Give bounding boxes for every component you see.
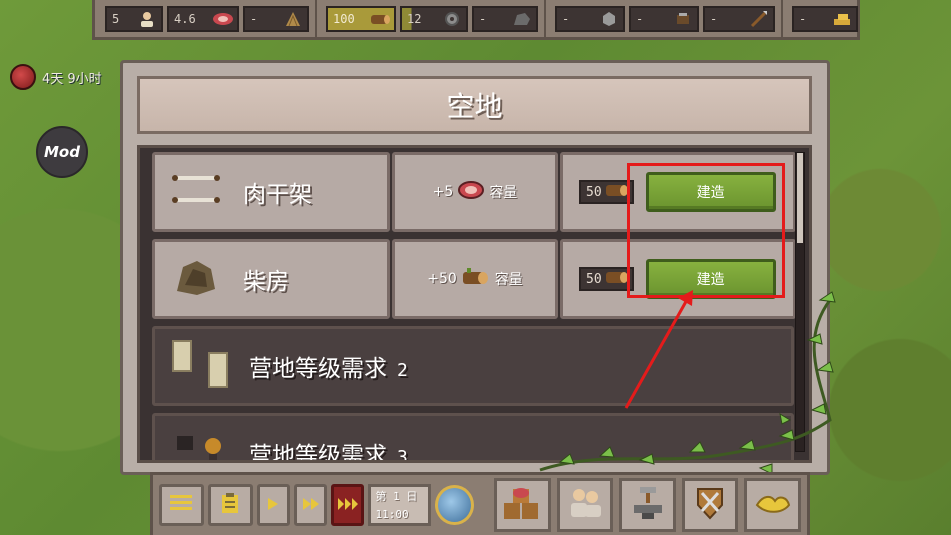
resource-group-gold: - xyxy=(786,0,864,37)
iron-icon xyxy=(598,9,620,29)
stone-icon xyxy=(511,9,533,29)
locked-row-level-2: 营地等级需求 2 xyxy=(152,326,794,406)
fast-forward-icon xyxy=(302,496,320,515)
resource-group-pop-food: 5 4.6 - xyxy=(99,0,317,37)
scroll-banner-icon xyxy=(169,337,231,395)
resource-bar: 5 4.6 - 100 12 - - - - - xyxy=(92,0,860,40)
anvil-hammer-icon xyxy=(628,485,668,525)
resource-hay[interactable]: - xyxy=(243,5,309,32)
gold-icon xyxy=(831,9,853,29)
military-button[interactable] xyxy=(681,478,739,532)
day-night-icon xyxy=(10,64,36,90)
resource-iron[interactable]: - xyxy=(555,5,625,32)
effect-amount: +5 xyxy=(432,184,454,200)
meat-icon xyxy=(457,180,485,204)
building-effect-cell: +50 容量 xyxy=(392,239,558,319)
game-clock: 第 1 日 11:00 xyxy=(368,484,432,526)
resource-stone[interactable]: - xyxy=(472,5,538,32)
building-name: 柴房 xyxy=(243,269,289,295)
day-time-label: 4天 9小时 xyxy=(42,71,102,87)
time-label: 11:00 xyxy=(375,508,409,521)
panel-title: 空地 xyxy=(137,76,812,134)
storage-button[interactable] xyxy=(494,478,551,532)
gear-ore-icon xyxy=(441,9,463,29)
list-scrollbar[interactable] xyxy=(795,152,805,452)
resource-tools[interactable]: - xyxy=(629,5,699,32)
lantern-icon xyxy=(169,424,231,460)
cost-badge: 50 xyxy=(579,180,634,204)
resource-meat[interactable]: 4.6 xyxy=(167,5,239,32)
play-speed-3-button[interactable] xyxy=(331,484,365,526)
tasks-button[interactable] xyxy=(207,484,253,526)
resource-group-materials: 100 12 - xyxy=(320,0,546,37)
woodshed-icon xyxy=(167,255,225,303)
drying-rack-icon xyxy=(167,168,225,216)
resource-wood[interactable]: 100 xyxy=(326,5,396,32)
wood-log-icon xyxy=(604,267,630,291)
meat-icon xyxy=(212,9,234,29)
building-name: 肉干架 xyxy=(243,182,312,208)
crates-icon xyxy=(500,483,544,527)
resource-weapons[interactable]: - xyxy=(703,5,775,32)
resource-gold[interactable]: - xyxy=(792,5,858,32)
people-icon xyxy=(565,485,605,525)
tools-icon xyxy=(672,9,694,29)
bottom-toolbar: 第 1 日 11:00 xyxy=(150,472,810,535)
scrollbar-thumb[interactable] xyxy=(797,153,803,243)
effect-label: 容量 xyxy=(489,185,518,201)
handshake-icon xyxy=(753,485,793,525)
building-name-cell: 柴房 xyxy=(152,239,390,319)
resource-group-advanced: - - - xyxy=(549,0,783,37)
effect-amount: +50 xyxy=(427,271,457,287)
locked-row-level-3: 营地等级需求 3 xyxy=(152,413,794,463)
wood-log-icon xyxy=(461,266,491,292)
trade-button[interactable] xyxy=(744,478,801,532)
fastest-forward-icon xyxy=(337,496,359,515)
villagers-button[interactable] xyxy=(556,478,614,532)
annotation-highlight-box xyxy=(627,163,785,298)
resource-ore[interactable]: 12 xyxy=(400,5,468,32)
clipboard-icon xyxy=(221,492,239,518)
spear-icon xyxy=(748,9,770,29)
play-icon xyxy=(267,496,279,515)
cost-amount: 50 xyxy=(586,271,602,287)
hay-icon xyxy=(282,9,304,29)
play-speed-1-button[interactable] xyxy=(256,484,291,526)
crossed-swords-shield-icon xyxy=(690,485,730,525)
cost-amount: 50 xyxy=(586,184,602,200)
requirement-label: 营地等级需求 2 xyxy=(249,356,408,382)
resource-population[interactable]: 5 xyxy=(105,5,163,32)
wood-log-icon xyxy=(369,9,391,29)
wood-log-icon xyxy=(604,180,630,204)
play-speed-2-button[interactable] xyxy=(294,484,328,526)
effect-label: 容量 xyxy=(494,272,523,288)
date-label: 第 1 日 xyxy=(375,490,418,503)
day-counter: 4天 9小时 xyxy=(10,64,102,90)
requirement-label: 营地等级需求 3 xyxy=(249,443,408,463)
mod-button[interactable]: Mod xyxy=(36,126,88,178)
population-icon xyxy=(136,9,158,29)
crafting-button[interactable] xyxy=(619,478,676,532)
cost-badge: 50 xyxy=(579,267,634,291)
building-effect-cell: +5 容量 xyxy=(392,152,558,232)
building-name-cell: 肉干架 xyxy=(152,152,390,232)
menu-button[interactable] xyxy=(159,484,204,526)
hamburger-icon xyxy=(170,494,193,516)
world-map-button[interactable] xyxy=(435,485,475,525)
